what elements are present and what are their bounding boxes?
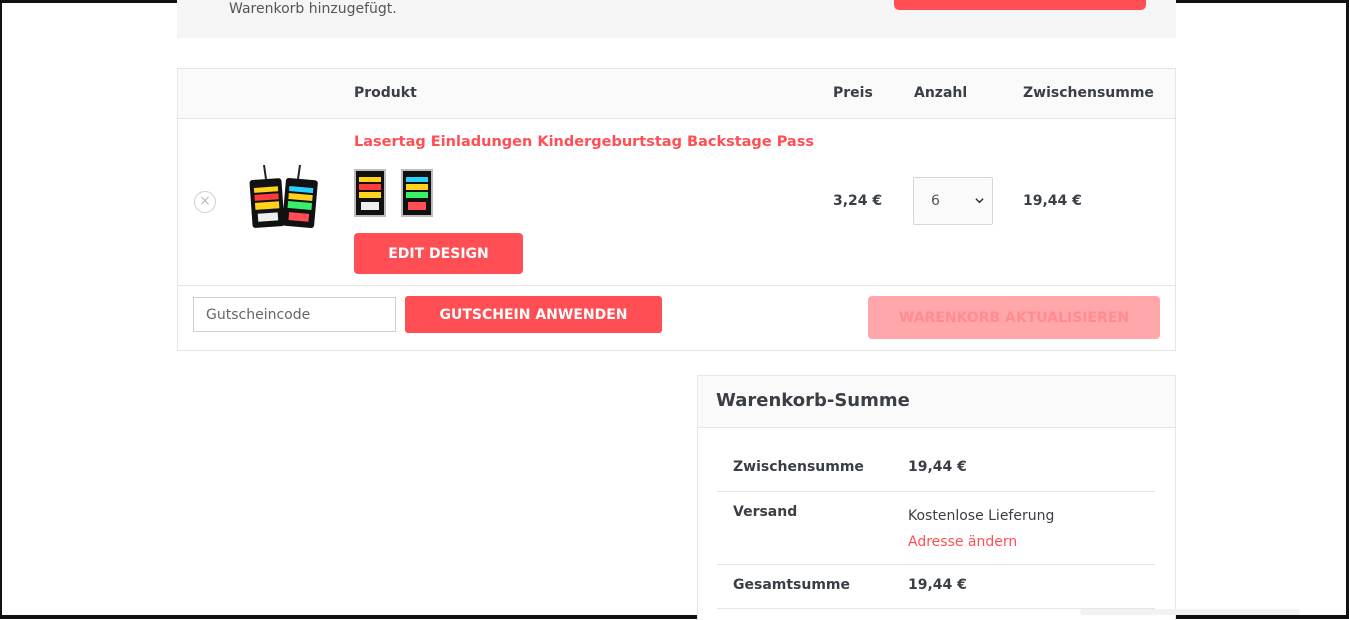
update-cart-button[interactable]: WARENKORB AKTUALISIEREN	[868, 296, 1160, 339]
quantity-select[interactable]: 6	[913, 177, 993, 225]
totals-row-shipping: Versand Kostenlose Lieferung Adresse änd…	[717, 492, 1155, 565]
quantity-value: 6	[931, 193, 940, 209]
design-preview-back[interactable]	[401, 169, 433, 217]
header-product: Produkt	[354, 85, 417, 101]
cart-table-header: Produkt Preis Anzahl Zwischensumme	[178, 69, 1175, 119]
product-thumbnail[interactable]	[248, 165, 320, 231]
totals-total-label: Gesamtsumme	[733, 577, 851, 593]
cart-item-row: × Lasertag Einladungen Kindergeburtstag …	[178, 119, 1175, 286]
edit-design-button[interactable]: EDIT DESIGN	[354, 233, 523, 274]
cart-totals-box: Warenkorb-Summe Zwischensumme 19,44 € Ve…	[697, 375, 1176, 620]
item-subtotal: 19,44 €	[1023, 193, 1082, 209]
totals-row-subtotal: Zwischensumme 19,44 €	[717, 446, 1155, 492]
notice-message: Warenkorb hinzugefügt.	[229, 1, 397, 17]
view-cart-button[interactable]	[894, 0, 1146, 10]
apply-coupon-button[interactable]: GUTSCHEIN ANWENDEN	[405, 296, 662, 333]
window-frame-left	[0, 0, 2, 619]
product-name-link[interactable]: Lasertag Einladungen Kindergeburtstag Ba…	[354, 134, 814, 150]
cart-totals-header: Warenkorb-Summe	[698, 376, 1175, 428]
totals-subtotal-value: 19,44 €	[908, 459, 967, 475]
header-quantity: Anzahl	[914, 85, 968, 101]
totals-row-total: Gesamtsumme 19,44 €	[717, 565, 1155, 609]
remove-item-button[interactable]: ×	[194, 191, 216, 213]
close-circle-icon: ×	[199, 193, 211, 209]
totals-total-value: 19,44 €	[908, 577, 967, 593]
cart-table: Produkt Preis Anzahl Zwischensumme × Las…	[177, 68, 1176, 351]
change-address-link[interactable]: Adresse ändern	[908, 534, 1017, 550]
header-price: Preis	[833, 85, 873, 101]
totals-shipping-value: Kostenlose Lieferung	[908, 508, 1055, 524]
cart-notice-banner: Warenkorb hinzugefügt.	[177, 0, 1176, 38]
cart-totals-title: Warenkorb-Summe	[716, 390, 910, 411]
header-subtotal: Zwischensumme	[1023, 85, 1154, 101]
item-price: 3,24 €	[833, 193, 883, 209]
totals-subtotal-label: Zwischensumme	[733, 459, 864, 475]
totals-shipping-label: Versand	[733, 504, 798, 520]
cart-actions: GUTSCHEIN ANWENDEN WARENKORB AKTUALISIER…	[178, 286, 1175, 350]
bottom-overlay-edge	[1080, 609, 1300, 615]
coupon-code-input[interactable]	[193, 297, 396, 332]
chevron-down-icon	[975, 198, 984, 204]
design-preview-front[interactable]	[354, 169, 386, 217]
